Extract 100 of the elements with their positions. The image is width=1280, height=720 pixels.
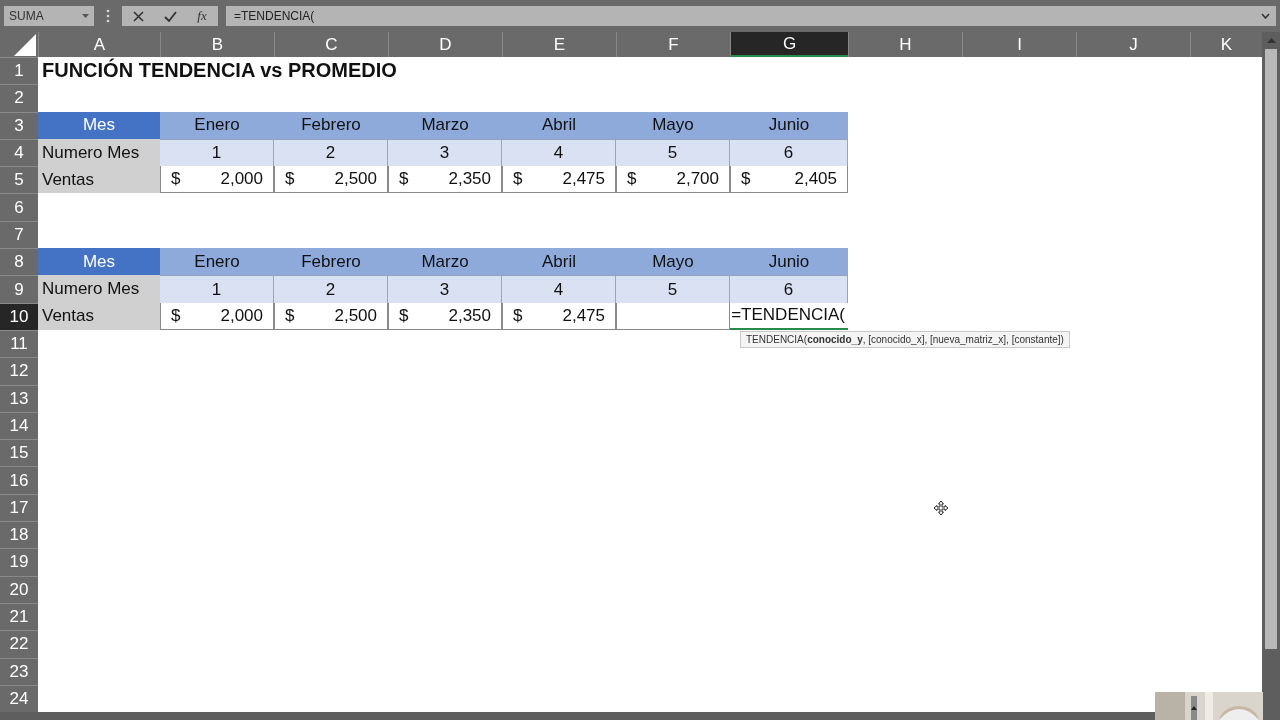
amount-text: 2,700: [676, 169, 719, 190]
table-header-cell: Abril: [502, 248, 616, 276]
table-cell: 2: [274, 138, 388, 167]
table-header-cell: Mes: [38, 111, 160, 139]
column-header[interactable]: K: [1190, 32, 1262, 57]
table-header-cell: Abril: [502, 111, 616, 139]
column-header[interactable]: E: [502, 32, 616, 57]
table-header-cell: Junio: [730, 111, 848, 139]
column-header[interactable]: I: [962, 32, 1076, 57]
table-header-cell: Mayo: [616, 248, 730, 276]
row-header[interactable]: 3: [0, 111, 38, 139]
formula-field[interactable]: =TENDENCIA(: [226, 6, 1276, 26]
row-header[interactable]: 11: [0, 329, 38, 358]
function-tooltip: TENDENCIA(conocido_y, [conocido_x], [nueva_matriz_x], [constante]): [740, 330, 1070, 348]
table-header-cell: Febrero: [274, 248, 388, 276]
row-header[interactable]: 2: [0, 84, 38, 112]
table-cell: 5: [616, 138, 730, 167]
row-header[interactable]: 16: [0, 466, 38, 494]
row-label-cell: Numero Mes: [38, 138, 160, 167]
table-cell: 3: [388, 138, 502, 167]
row-header[interactable]: 1: [0, 57, 38, 85]
table-cell: 2: [274, 275, 388, 303]
column-header[interactable]: A: [38, 32, 160, 57]
amount-text: 2,000: [220, 305, 263, 326]
currency-symbol: $: [627, 169, 637, 190]
row-header[interactable]: 7: [0, 220, 38, 249]
row-header[interactable]: 21: [0, 602, 38, 631]
column-header[interactable]: F: [616, 32, 730, 57]
row-header[interactable]: 14: [0, 411, 38, 440]
column-header[interactable]: G: [730, 32, 848, 57]
row-header[interactable]: 20: [0, 575, 38, 603]
row-header[interactable]: 15: [0, 439, 38, 467]
column-header[interactable]: B: [160, 32, 274, 57]
currency-symbol: $: [399, 305, 409, 326]
table-cell: 1: [160, 275, 274, 303]
checkmark-icon: [163, 10, 177, 22]
row-header[interactable]: 8: [0, 248, 38, 276]
table-header-cell: Enero: [160, 248, 274, 276]
row-header[interactable]: 12: [0, 357, 38, 385]
column-header[interactable]: C: [274, 32, 388, 57]
row-header[interactable]: 18: [0, 521, 38, 549]
amount-text: 2,475: [562, 305, 605, 326]
table-cell: 6: [730, 275, 848, 303]
table-cell: 4: [502, 138, 616, 167]
currency-symbol: $: [513, 169, 523, 190]
currency-symbol: $: [171, 169, 181, 190]
column-header[interactable]: H: [848, 32, 962, 57]
amount-text: 2,350: [448, 169, 491, 190]
amount-text: 2,350: [448, 305, 491, 326]
row-header[interactable]: 24: [0, 684, 38, 712]
name-box[interactable]: SUMA: [4, 6, 94, 26]
more-options-icon: [106, 9, 110, 23]
currency-symbol: $: [741, 169, 751, 190]
amount-text: 2,405: [794, 169, 837, 190]
row-header[interactable]: 6: [0, 193, 38, 221]
table-cell: 4: [502, 275, 616, 303]
table-cell: 5: [616, 275, 730, 303]
table-header-cell: Mayo: [616, 111, 730, 139]
expand-chevron-icon: [1261, 13, 1270, 19]
row-label-cell: Numero Mes: [38, 275, 160, 303]
row-header[interactable]: 4: [0, 138, 38, 167]
row-header[interactable]: 9: [0, 275, 38, 303]
row-header[interactable]: 17: [0, 493, 38, 522]
row-label-cell: Ventas: [38, 166, 160, 194]
scrollbar-thumb[interactable]: [1265, 49, 1277, 649]
row-header[interactable]: 5: [0, 166, 38, 194]
row-header[interactable]: 22: [0, 630, 38, 658]
table-cell: 6: [730, 138, 848, 167]
currency-symbol: $: [399, 169, 409, 190]
currency-symbol: $: [285, 169, 295, 190]
column-header[interactable]: D: [388, 32, 502, 57]
row-header[interactable]: 19: [0, 548, 38, 576]
table-header-cell: Mes: [38, 248, 160, 276]
cell-formula-text: =TENDENCIA(: [731, 305, 845, 326]
table-header-cell: Junio: [730, 248, 848, 276]
column-header[interactable]: J: [1076, 32, 1190, 57]
amount-text: 2,500: [334, 169, 377, 190]
table-cell: 1: [160, 138, 274, 167]
table-cell: 3: [388, 275, 502, 303]
select-all-corner[interactable]: [0, 32, 38, 57]
row-header[interactable]: 10: [0, 302, 38, 330]
close-icon: [132, 10, 144, 22]
table-header-cell: Febrero: [274, 111, 388, 139]
row-label-cell: Ventas: [38, 302, 160, 330]
currency-symbol: $: [171, 305, 181, 326]
sheet-title: FUNCIÓN TENDENCIA vs PROMEDIO: [41, 57, 398, 84]
table-header-cell: Marzo: [388, 111, 502, 139]
amount-text: 2,475: [562, 169, 605, 190]
amount-text: 2,000: [220, 169, 263, 190]
row-header[interactable]: 13: [0, 384, 38, 412]
amount-text: 2,500: [334, 305, 377, 326]
dropdown-caret-icon: [82, 14, 89, 18]
scroll-up-icon: [1266, 38, 1276, 43]
currency-symbol: $: [285, 305, 295, 326]
currency-symbol: $: [513, 305, 523, 326]
corner-triangle-icon: [14, 34, 36, 56]
row-header[interactable]: 23: [0, 657, 38, 685]
table-header-cell: Marzo: [388, 248, 502, 276]
table-header-cell: Enero: [160, 111, 274, 139]
move-cursor-icon: [934, 501, 948, 515]
